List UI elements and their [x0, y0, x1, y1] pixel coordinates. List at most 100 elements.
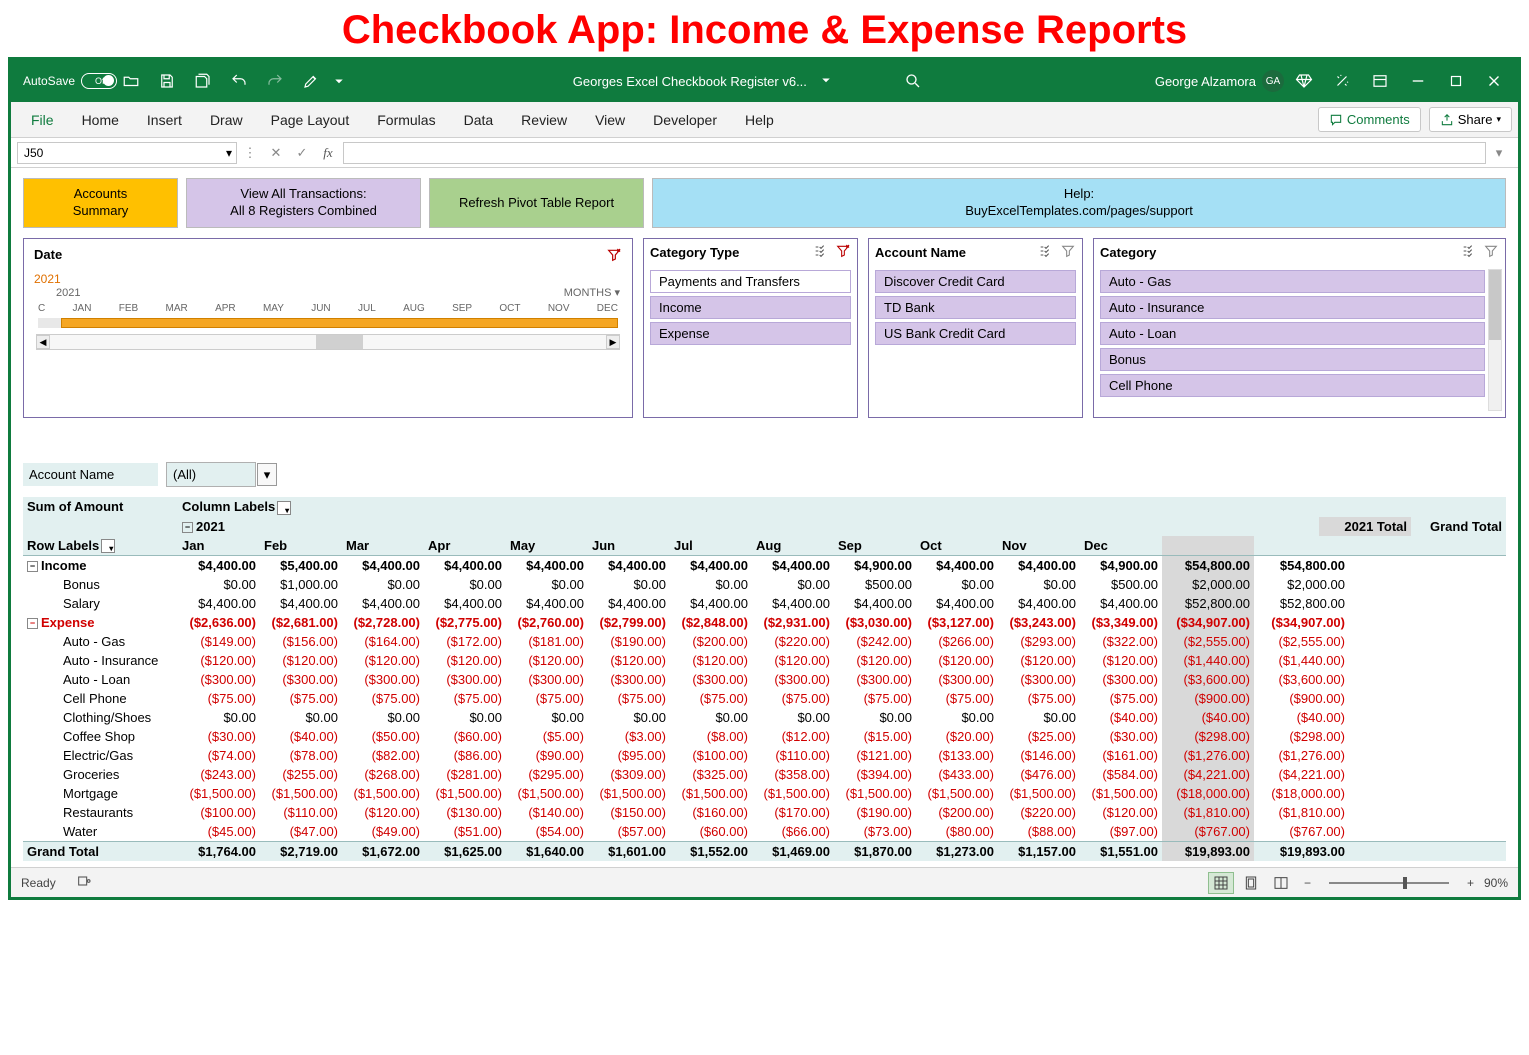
- cell-value: ($120.00): [260, 651, 342, 670]
- cell-value: $5,400.00: [260, 556, 342, 575]
- ink-icon[interactable]: [293, 63, 329, 99]
- slicer-item[interactable]: Cell Phone: [1100, 374, 1485, 397]
- filter-value[interactable]: (All) ▾: [166, 462, 256, 487]
- clear-filter-icon[interactable]: [1060, 243, 1076, 262]
- zoom-out-icon[interactable]: −: [1298, 876, 1317, 890]
- zoom-slider[interactable]: [1329, 882, 1449, 884]
- page-layout-view-icon[interactable]: [1238, 872, 1264, 894]
- table-row: Cell Phone($75.00)($75.00)($75.00)($75.0…: [23, 689, 1506, 708]
- slicer-item[interactable]: Discover Credit Card: [875, 270, 1076, 293]
- multiselect-icon[interactable]: [1461, 243, 1477, 262]
- slicer-item[interactable]: Payments and Transfers: [650, 270, 851, 293]
- slicer-item[interactable]: Bonus: [1100, 348, 1485, 371]
- cell-value: $4,400.00: [998, 556, 1080, 575]
- zoom-level[interactable]: 90%: [1484, 876, 1508, 890]
- collapse-icon[interactable]: −: [27, 561, 38, 572]
- undo-icon[interactable]: [221, 63, 257, 99]
- column-filter-icon[interactable]: [277, 501, 291, 515]
- tab-file[interactable]: File: [17, 104, 68, 136]
- clear-filter-icon[interactable]: [606, 247, 622, 266]
- help-button[interactable]: Help: BuyExcelTemplates.com/pages/suppor…: [652, 178, 1506, 228]
- title-dropdown-icon[interactable]: [817, 71, 835, 92]
- cell-value: ($2,931.00): [752, 613, 834, 632]
- minimize-icon[interactable]: [1400, 63, 1436, 99]
- scroll-right-icon[interactable]: ▶: [606, 335, 620, 349]
- cell-value: ($2,760.00): [506, 613, 588, 632]
- multiselect-icon[interactable]: [813, 243, 829, 262]
- slicer-item[interactable]: Auto - Loan: [1100, 322, 1485, 345]
- tab-insert[interactable]: Insert: [133, 104, 196, 136]
- close-icon[interactable]: [1476, 63, 1512, 99]
- cell-value: ($120.00): [998, 651, 1080, 670]
- flash-icon[interactable]: [1324, 63, 1360, 99]
- timeline-scrollbar[interactable]: ◀ ▶: [36, 334, 620, 350]
- pivot-page-filter: Account Name (All) ▾: [23, 462, 1506, 487]
- save-icon[interactable]: [149, 63, 185, 99]
- collapse-icon[interactable]: −: [182, 522, 193, 533]
- diamond-icon[interactable]: [1286, 63, 1322, 99]
- timeline-slicer-date[interactable]: Date 2021 2021 MONTHS ▾ CJANFEBMARAPRMAY…: [23, 238, 633, 418]
- slicer-scrollbar[interactable]: [1488, 269, 1502, 411]
- accept-formula-icon[interactable]: ✓: [289, 142, 315, 164]
- clear-filter-icon[interactable]: [835, 243, 851, 262]
- grip-icon[interactable]: ⋮: [237, 142, 263, 164]
- refresh-pivot-button[interactable]: Refresh Pivot Table Report: [429, 178, 644, 228]
- cell-value: ($40.00): [1080, 708, 1162, 727]
- fx-icon[interactable]: fx: [315, 142, 341, 164]
- month-header: Jul: [670, 536, 752, 556]
- view-transactions-button[interactable]: View All Transactions: All 8 Registers C…: [186, 178, 421, 228]
- maximize-icon[interactable]: [1438, 63, 1474, 99]
- cell-value: $54,800.00: [1162, 556, 1254, 575]
- name-box[interactable]: J50 ▾: [17, 142, 237, 164]
- redo-icon[interactable]: [257, 63, 293, 99]
- ribbon-mode-icon[interactable]: [1362, 63, 1398, 99]
- row-filter-icon[interactable]: [101, 539, 115, 553]
- timeline-range-bar[interactable]: [38, 318, 618, 328]
- qat-dropdown-icon[interactable]: [329, 63, 349, 99]
- tab-data[interactable]: Data: [450, 104, 508, 136]
- tab-developer[interactable]: Developer: [639, 104, 731, 136]
- filter-field-label: Account Name: [23, 463, 158, 486]
- accounts-summary-button[interactable]: Accounts Summary: [23, 178, 178, 228]
- autosave-toggle[interactable]: AutoSave Off: [17, 73, 113, 89]
- search-icon[interactable]: [895, 63, 931, 99]
- tab-draw[interactable]: Draw: [196, 104, 257, 136]
- macro-record-icon[interactable]: [76, 873, 92, 892]
- tab-home[interactable]: Home: [68, 104, 133, 136]
- save-all-icon[interactable]: [185, 63, 221, 99]
- share-button[interactable]: Share ▾: [1429, 107, 1512, 132]
- slicer-item[interactable]: US Bank Credit Card: [875, 322, 1076, 345]
- slicer-item[interactable]: Auto - Insurance: [1100, 296, 1485, 319]
- filter-dropdown-icon[interactable]: ▾: [257, 463, 277, 486]
- slicer-item[interactable]: Expense: [650, 322, 851, 345]
- cell-value: ($268.00): [342, 765, 424, 784]
- tab-help[interactable]: Help: [731, 104, 788, 136]
- cell-value: ($1,440.00): [1254, 651, 1349, 670]
- collapse-icon[interactable]: −: [27, 618, 38, 629]
- open-icon[interactable]: [113, 63, 149, 99]
- tab-review[interactable]: Review: [507, 104, 581, 136]
- tab-page-layout[interactable]: Page Layout: [257, 104, 364, 136]
- account-avatar[interactable]: GA: [1262, 70, 1284, 92]
- scroll-left-icon[interactable]: ◀: [36, 335, 50, 349]
- formula-input[interactable]: [343, 142, 1486, 164]
- comments-button[interactable]: Comments: [1318, 107, 1421, 132]
- slicer-item[interactable]: TD Bank: [875, 296, 1076, 319]
- zoom-in-icon[interactable]: +: [1461, 876, 1480, 890]
- grand-total-label: Grand Total: [23, 842, 178, 861]
- timeline-level-dropdown[interactable]: MONTHS ▾: [564, 286, 626, 299]
- slicer-item[interactable]: Auto - Gas: [1100, 270, 1485, 293]
- slicer-item[interactable]: Income: [650, 296, 851, 319]
- tab-formulas[interactable]: Formulas: [363, 104, 449, 136]
- normal-view-icon[interactable]: [1208, 872, 1234, 894]
- cancel-formula-icon[interactable]: ✕: [263, 142, 289, 164]
- page-break-view-icon[interactable]: [1268, 872, 1294, 894]
- cell-value: $0.00: [588, 708, 670, 727]
- formula-expand-icon[interactable]: ▾: [1486, 142, 1512, 164]
- year-group[interactable]: −2021: [178, 517, 260, 536]
- clear-filter-icon[interactable]: [1483, 243, 1499, 262]
- multiselect-icon[interactable]: [1038, 243, 1054, 262]
- account-name[interactable]: George Alzamora: [1155, 74, 1256, 89]
- tab-view[interactable]: View: [581, 104, 639, 136]
- scroll-thumb[interactable]: [316, 335, 363, 349]
